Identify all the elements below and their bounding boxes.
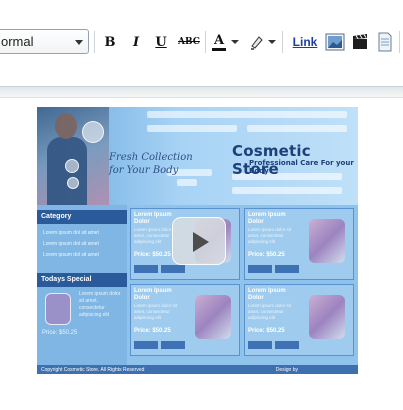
toolbar-divider	[282, 31, 283, 53]
product-card: Lorem Ipsum Dolor Lorem ipsum dolor sit …	[130, 284, 240, 356]
product-label: Lorem Ipsum Dolor	[248, 212, 286, 225]
video-icon[interactable]	[351, 33, 369, 51]
highlighter-icon[interactable]	[248, 33, 266, 51]
site-nav-bar	[247, 125, 347, 132]
site-footer: Copyright Cosmetic Store. All Rights Res…	[37, 365, 358, 374]
product-bubble	[67, 177, 79, 189]
product-button	[161, 341, 185, 349]
product-bubble	[82, 121, 104, 143]
site-nav-bar	[177, 179, 197, 186]
product-image	[309, 295, 345, 339]
product-button	[248, 341, 272, 349]
category-heading: Category	[37, 210, 127, 224]
font-color-button[interactable]: A	[209, 31, 229, 53]
product-label: Lorem Ipsum Dolor	[248, 288, 286, 301]
play-icon	[193, 232, 209, 252]
category-list: Lorem ipsum dol sit amet Lorem ipsum dol…	[43, 228, 99, 261]
product-price: Price: $50.25	[134, 252, 171, 258]
category-item: Lorem ipsum dol sit amet	[43, 252, 99, 258]
product-button	[161, 265, 185, 273]
special-product-image	[45, 293, 71, 325]
font-color-dropdown-icon[interactable]	[231, 40, 239, 44]
font-color-swatch	[212, 47, 226, 51]
image-icon[interactable]	[325, 32, 345, 52]
category-item: Lorem ipsum dol sit amet	[43, 230, 99, 236]
special-price: Price: $50.25	[42, 330, 78, 336]
toolbar-divider	[399, 31, 400, 53]
editor-toolbar: ormal B I U ABC A Link	[0, 0, 403, 86]
product-button	[134, 341, 158, 349]
site-nav-bar	[232, 187, 342, 194]
product-text: Lorem ipsum dolor sit amet, consectetur …	[248, 303, 292, 320]
site-tagline: Fresh Collection for Your Body	[109, 152, 193, 176]
highlight-dropdown-icon[interactable]	[268, 40, 276, 44]
site-nav-bar	[147, 111, 347, 118]
product-price: Price: $50.25	[134, 328, 171, 334]
product-image	[195, 295, 231, 339]
special-text: Lorem ipsum dolor sit amet, consectetur …	[79, 291, 121, 318]
product-image	[309, 219, 345, 263]
product-text: Lorem ipsum dolor sit amet, consectetur …	[248, 227, 292, 244]
product-card: Lorem Ipsum Dolor Lorem ipsum dolor sit …	[244, 284, 354, 356]
format-select-value: ormal	[1, 34, 34, 49]
product-label: Lorem Ipsum Dolor	[134, 288, 172, 301]
format-select[interactable]: ormal	[0, 29, 89, 54]
toolbar-divider	[205, 31, 206, 53]
site-nav-bar	[147, 125, 237, 132]
product-price: Price: $50.25	[248, 252, 285, 258]
model-head	[55, 113, 77, 139]
italic-button[interactable]: I	[127, 31, 145, 53]
toolbar-divider	[94, 31, 95, 53]
category-item: Lorem ipsum dol sit amet	[43, 241, 99, 247]
underline-button[interactable]: U	[152, 31, 170, 53]
bold-button[interactable]: B	[101, 31, 119, 53]
video-site-header: Fresh Collection for Your Body Cosmetic …	[37, 107, 358, 205]
product-button	[134, 265, 158, 273]
special-heading: Todays Special	[37, 273, 127, 287]
footer-credit: Design by	[275, 367, 298, 373]
link-button[interactable]: Link	[290, 31, 320, 53]
product-bubble	[65, 159, 79, 173]
play-button[interactable]	[172, 217, 226, 265]
product-text: Lorem ipsum dolor sit amet, consectetur …	[134, 303, 178, 320]
product-grid: Lorem Ipsum Dolor Lorem ipsum dolor sit …	[130, 205, 356, 365]
editor-ruler	[0, 86, 403, 98]
embedded-video[interactable]: Fresh Collection for Your Body Cosmetic …	[37, 107, 358, 374]
document-icon[interactable]	[377, 32, 393, 52]
product-label: Lorem Ipsum Dolor	[134, 212, 172, 225]
product-button	[275, 265, 299, 273]
product-price: Price: $50.25	[248, 328, 285, 334]
product-button	[248, 265, 272, 273]
site-subtitle: Professional Care For your Body	[249, 159, 354, 175]
chevron-down-icon	[75, 40, 83, 45]
strikethrough-button[interactable]: ABC	[177, 31, 201, 53]
product-card: Lorem Ipsum Dolor Lorem ipsum dolor sit …	[244, 208, 354, 280]
font-color-label: A	[213, 32, 225, 48]
product-button	[275, 341, 299, 349]
footer-copyright: Copyright Cosmetic Store. All Rights Res…	[41, 367, 145, 373]
